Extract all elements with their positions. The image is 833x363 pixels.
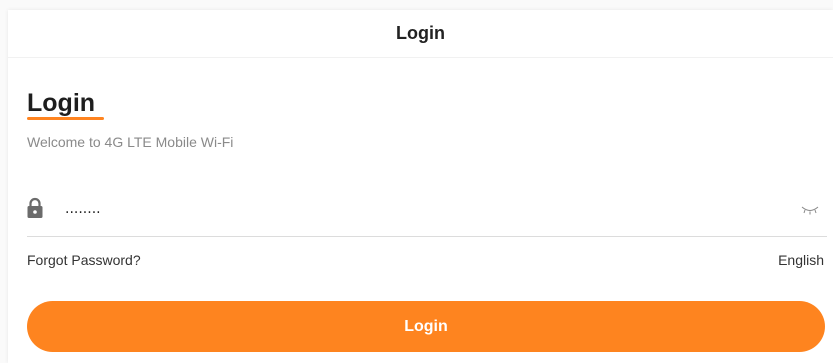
title-underline bbox=[27, 117, 104, 120]
language-selector[interactable]: English bbox=[778, 252, 824, 268]
password-input[interactable] bbox=[65, 197, 765, 221]
header-title: Login bbox=[396, 23, 445, 43]
login-card: Login Login Welcome to 4G LTE Mobile Wi-… bbox=[8, 10, 833, 363]
login-title: Login bbox=[27, 89, 96, 117]
page-header: Login bbox=[8, 10, 833, 58]
welcome-subtitle: Welcome to 4G LTE Mobile Wi-Fi bbox=[27, 134, 234, 150]
lock-icon bbox=[27, 197, 43, 218]
eye-closed-icon[interactable] bbox=[801, 205, 819, 215]
password-field-row bbox=[27, 193, 827, 237]
forgot-password-link[interactable]: Forgot Password? bbox=[27, 252, 141, 268]
login-button[interactable]: Login bbox=[27, 301, 825, 352]
page-background: Login Login Welcome to 4G LTE Mobile Wi-… bbox=[0, 0, 833, 363]
